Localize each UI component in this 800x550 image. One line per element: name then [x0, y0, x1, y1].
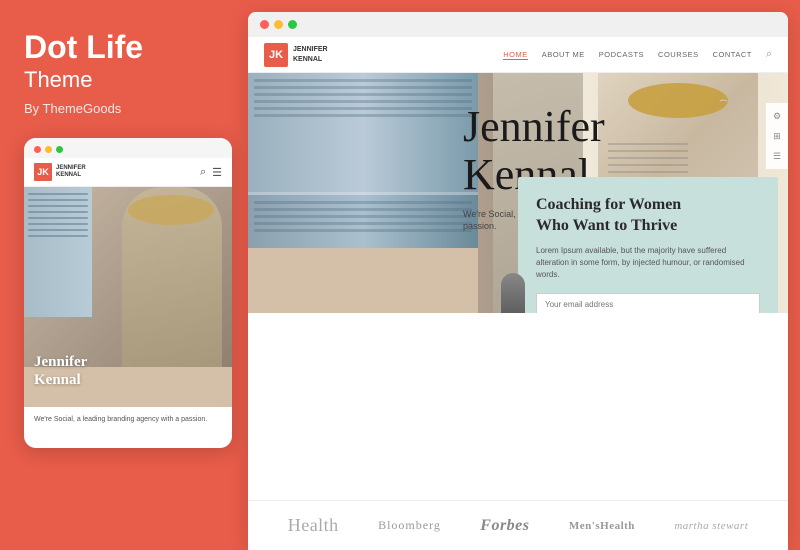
- theme-subtitle: Theme: [24, 67, 224, 93]
- titlebar-dot-green: [288, 20, 297, 29]
- mobile-logo-initials: JK: [34, 163, 52, 181]
- nav-link-contact[interactable]: CONTACT: [713, 50, 752, 59]
- mobile-search-icon[interactable]: ⌕: [200, 166, 206, 179]
- mobile-nav: JK JENNIFER KENNAL ⌕ ☰: [24, 158, 232, 187]
- theme-by: By ThemeGoods: [24, 101, 224, 116]
- logo-bloomberg: Bloomberg: [378, 518, 441, 533]
- mobile-menu-icon[interactable]: ☰: [212, 166, 222, 179]
- desktop-nav: JK JENNIFER KENNAL HOME ABOUT ME PODCAST…: [248, 37, 788, 73]
- tool-menu[interactable]: ☰: [770, 149, 784, 163]
- logos-bar: Health Bloomberg Forbes Men'sHealth mart…: [248, 500, 788, 550]
- info-card-heading: Coaching for Women Who Want to Thrive: [536, 195, 760, 237]
- info-card: Coaching for Women Who Want to Thrive Lo…: [518, 177, 778, 313]
- nav-link-about[interactable]: ABOUT ME: [542, 50, 585, 59]
- theme-title: Dot Life: [24, 30, 224, 65]
- hero-shutter-top: [248, 73, 478, 195]
- desktop-titlebar: [248, 12, 788, 37]
- nav-link-home[interactable]: HOME: [503, 50, 528, 60]
- side-tools: ⚙ ⊞ ☰: [766, 103, 788, 169]
- desktop-nav-links: HOME ABOUT ME PODCASTS COURSES CONTACT ⌕: [503, 48, 772, 61]
- mobile-titlebar: [24, 138, 232, 158]
- mobile-hero-text: Jennifer Kennal: [34, 353, 87, 389]
- mobile-mockup: JK JENNIFER KENNAL ⌕ ☰: [24, 138, 232, 448]
- microphone-icon: [488, 273, 538, 313]
- logo-forbes: Forbes: [480, 517, 529, 535]
- left-panel: Dot Life Theme By ThemeGoods JK JENNIFER…: [0, 0, 248, 550]
- desktop-main: ⌢ Jennifer Kennal We're Social, a leadin…: [248, 73, 788, 550]
- mobile-hat: [128, 195, 214, 225]
- nav-link-courses[interactable]: COURSES: [658, 50, 699, 59]
- right-panel: JK JENNIFER KENNAL HOME ABOUT ME PODCAST…: [248, 12, 788, 550]
- mobile-dot-red: [34, 146, 41, 153]
- titlebar-dot-yellow: [274, 20, 283, 29]
- mobile-hero: Jennifer Kennal: [24, 187, 232, 407]
- logo-menshealth: Men'sHealth: [569, 520, 635, 532]
- nav-search-icon[interactable]: ⌕: [766, 48, 772, 61]
- mobile-dot-yellow: [45, 146, 52, 153]
- logo-martha-stewart: martha stewart: [674, 520, 748, 532]
- mobile-shutters: [24, 187, 92, 317]
- mobile-caption: We're Social, a leading branding agency …: [24, 407, 232, 433]
- tool-grid[interactable]: ⊞: [770, 129, 784, 143]
- mobile-logo-text: JENNIFER KENNAL: [56, 165, 86, 179]
- desktop-logo-initials: JK: [264, 43, 288, 67]
- mobile-logo: JK JENNIFER KENNAL: [34, 163, 86, 181]
- info-card-body: Lorem Ipsum available, but the majority …: [536, 245, 760, 281]
- logo-health: Health: [288, 515, 339, 536]
- hero-hat: [628, 83, 728, 118]
- desktop-logo: JK JENNIFER KENNAL: [264, 43, 328, 67]
- desktop-hero: ⌢ Jennifer Kennal We're Social, a leadin…: [248, 73, 788, 313]
- titlebar-dot-red: [260, 20, 269, 29]
- desktop-logo-text: JENNIFER KENNAL: [293, 45, 328, 63]
- seagull-icon: ⌢: [719, 93, 728, 109]
- nav-link-podcasts[interactable]: PODCASTS: [599, 50, 644, 59]
- hero-wall-bottom: [248, 248, 478, 313]
- mobile-nav-icons: ⌕ ☰: [200, 166, 222, 179]
- tool-settings[interactable]: ⚙: [770, 109, 784, 123]
- email-input[interactable]: [536, 293, 760, 313]
- desktop-browser: JK JENNIFER KENNAL HOME ABOUT ME PODCAST…: [248, 37, 788, 550]
- mobile-dot-green: [56, 146, 63, 153]
